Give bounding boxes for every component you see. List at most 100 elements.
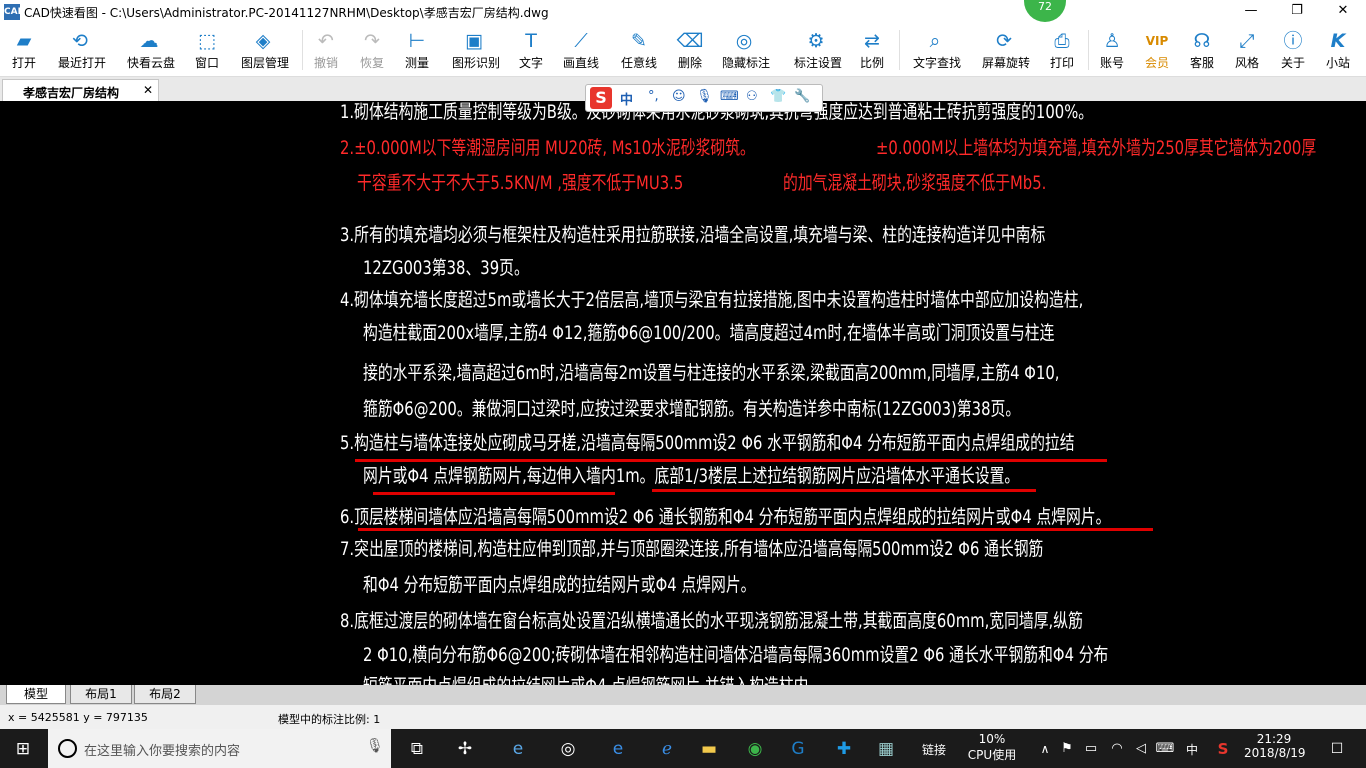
undo-icon: ↶ (318, 30, 334, 52)
site-button[interactable]: K 小站 (1316, 28, 1360, 74)
note-line-4: 4.砌体填充墙长度超过5m或墙长大于2倍层高,墙顶与梁宜有拉接措施,图中未设置构… (340, 289, 1084, 311)
text-search-icon: ⌕ (929, 30, 941, 52)
recent-button[interactable]: ⟲ 最近打开 (58, 28, 106, 74)
annotation-settings-button[interactable]: ⚙ 标注设置 (794, 28, 842, 74)
markup-underline (373, 492, 615, 495)
swirl-app-icon[interactable]: ◎ (553, 735, 583, 763)
main-toolbar: ▰ 打开 ⟲ 最近打开 ☁ 快看云盘 ⬚ 窗口 ◈ 图层管理 ↶ 撤销 ↷ 恢复 ⊢ 测量 ▣ 图… (0, 24, 1366, 77)
app-icon: CAD (4, 4, 25, 20)
window-button[interactable]: ⬚ 窗口 (185, 28, 229, 74)
layers-icon: ◈ (255, 30, 271, 52)
360-browser-icon[interactable]: ◉ (740, 735, 770, 763)
account-icon: ♙ (1103, 30, 1121, 52)
freehand-button[interactable]: ✎ 任意线 (617, 28, 661, 74)
delete-button[interactable]: ⌫ 删除 (668, 28, 712, 74)
tab-layout1[interactable]: 布局1 (70, 685, 132, 704)
undo-button[interactable]: ↶ 撤销 (304, 28, 348, 74)
markup-underline (355, 459, 1107, 462)
shape-recognize-button[interactable]: ▣ 图形识别 (452, 28, 500, 74)
text-button[interactable]: T 文字 (509, 28, 553, 74)
site-icon: K (1330, 30, 1346, 52)
task-view-icon[interactable]: ⧉ (402, 735, 432, 763)
voice-icon[interactable]: 🎙 (696, 89, 713, 104)
markup-underline (652, 489, 1036, 492)
eraser-icon: ⌫ (676, 30, 704, 52)
cloud-button[interactable]: ☁ 快看云盘 (127, 28, 175, 74)
score-badge[interactable]: 72 (1024, 0, 1066, 22)
vip-button[interactable]: VIP 会员 (1135, 28, 1179, 74)
close-tab-icon[interactable]: ✕ (143, 83, 153, 97)
cloud-icon: ☁ (139, 30, 159, 52)
microphone-icon[interactable]: 🎙 (366, 738, 384, 754)
window-icon: ⬚ (198, 30, 216, 52)
redo-button[interactable]: ↷ 恢复 (350, 28, 394, 74)
action-center-icon[interactable]: ☐ (1322, 735, 1352, 763)
draw-line-button[interactable]: ⟋ 画直线 (559, 28, 603, 74)
keyboard-icon[interactable]: ⌨ (720, 89, 739, 104)
support-button[interactable]: ☊ 客服 (1180, 28, 1224, 74)
text-search-button[interactable]: ⌕ 文字查找 (913, 28, 961, 74)
note-line-2d: 的加气混凝土砌块,砂浆强度不低于Mb5. (783, 172, 1047, 194)
cpu-value: 10% (978, 732, 1006, 746)
cortana-icon (58, 739, 77, 758)
drawing-canvas[interactable]: 1.砌体结构施工质量控制等级为B级。及砂砌体采用水泥砂浆砌筑,其抗弯强度应达到普… (0, 101, 1366, 685)
skin-icon[interactable]: 👕 (770, 89, 786, 104)
g-app-icon[interactable]: G (783, 735, 813, 763)
measure-button[interactable]: ⊢ 测量 (395, 28, 439, 74)
plus-app-icon[interactable]: ✚ (829, 735, 859, 763)
link-label[interactable]: 链接 (922, 741, 946, 758)
status-bar: x = 5425581 y = 797135 模型中的标注比例: 1 (0, 705, 1366, 729)
document-tab[interactable]: 孝感吉宏厂房结构 ✕ (2, 79, 159, 102)
text-icon: T (525, 30, 537, 52)
cad-viewer-taskbar-icon[interactable]: ▦ (871, 735, 901, 763)
close-button[interactable]: ✕ (1320, 0, 1366, 24)
ime-mode-toggle[interactable]: 中 (620, 89, 633, 108)
start-windows-icon[interactable]: ⊞ (8, 735, 38, 763)
title-bar: CAD CAD快速看图 - C:\Users\Administrator.PC-… (0, 0, 1366, 24)
tools-icon[interactable]: 🔧 (794, 89, 810, 104)
keyboard-tray-icon[interactable]: ⌨ (1150, 735, 1180, 763)
tab-model[interactable]: 模型 (6, 685, 66, 704)
vip-icon: VIP (1145, 34, 1169, 48)
open-button[interactable]: ▰ 打开 (2, 28, 46, 74)
headset-icon: ☊ (1193, 30, 1211, 52)
about-button[interactable]: ⓘ 关于 (1271, 28, 1315, 74)
input-language[interactable]: 中 (1186, 741, 1198, 758)
tab-layout2[interactable]: 布局2 (134, 685, 196, 704)
account-button[interactable]: ♙ 账号 (1090, 28, 1134, 74)
ime-toolbar[interactable]: S 中 °, ☺ 🎙 ⌨ ⚇ 👕 🔧 (585, 84, 823, 112)
clock[interactable]: 21:29 2018/8/19 (1244, 732, 1306, 760)
sogou-logo-icon[interactable]: S (590, 87, 612, 109)
shape-recognize-icon: ▣ (465, 30, 483, 52)
punctuation-icon[interactable]: °, (648, 89, 659, 104)
search-placeholder: 在这里输入你要搜索的内容 (84, 744, 241, 759)
freehand-icon: ✎ (631, 30, 647, 52)
style-button[interactable]: ⤢ 风格 (1225, 28, 1269, 74)
note-line-4c: 接的水平系梁,墙高超过6m时,沿墙高每2m设置与柱连接的水平系梁,梁截面高200… (363, 362, 1060, 384)
print-icon: ⎙ (1054, 30, 1070, 52)
fan-app-icon[interactable]: ✢ (450, 735, 480, 763)
scale-button[interactable]: ⇄ 比例 (850, 28, 894, 74)
line-icon: ⟋ (574, 30, 588, 52)
layers-button[interactable]: ◈ 图层管理 (241, 28, 289, 74)
hide-annotation-button[interactable]: ◎ 隐藏标注 (722, 28, 770, 74)
style-icon: ⤢ (1239, 30, 1255, 52)
note-line-2a: 2.±0.000M以下等潮湿房间用 MU20砖, Ms10水泥砂浆砌筑。 (340, 137, 755, 159)
file-explorer-icon[interactable]: ▬ (694, 735, 724, 763)
user-icon[interactable]: ⚇ (746, 89, 758, 104)
maximize-button[interactable]: ❐ (1274, 0, 1320, 24)
rotate-screen-button[interactable]: ⟳ 屏幕旋转 (982, 28, 1030, 74)
sogou-tray-icon[interactable]: S (1208, 735, 1238, 763)
markup-underline (358, 528, 1153, 531)
annotation-settings-icon: ⚙ (807, 30, 825, 52)
edge-browser-icon[interactable]: e (603, 735, 633, 763)
minimize-button[interactable]: — (1228, 0, 1274, 24)
taskbar-search-box[interactable]: 在这里输入你要搜索的内容 🎙 (48, 729, 391, 768)
cpu-label: CPU使用 (967, 748, 1017, 762)
internet-explorer-icon[interactable]: ℯ (652, 735, 682, 763)
note-line-6: 6.顶层楼梯间墙体应沿墙高每隔500mm设2 Φ6 通长钢筋和Φ4 分布短筋平面… (340, 506, 1111, 528)
emoji-icon[interactable]: ☺ (672, 89, 686, 104)
ie-browser-icon[interactable]: e (503, 735, 533, 763)
print-button[interactable]: ⎙ 打印 (1040, 28, 1084, 74)
note-line-5: 5.构造柱与墙体连接处应砌成马牙槎,沿墙高每隔500mm设2 Φ6 水平钢筋和Φ… (340, 432, 1075, 454)
